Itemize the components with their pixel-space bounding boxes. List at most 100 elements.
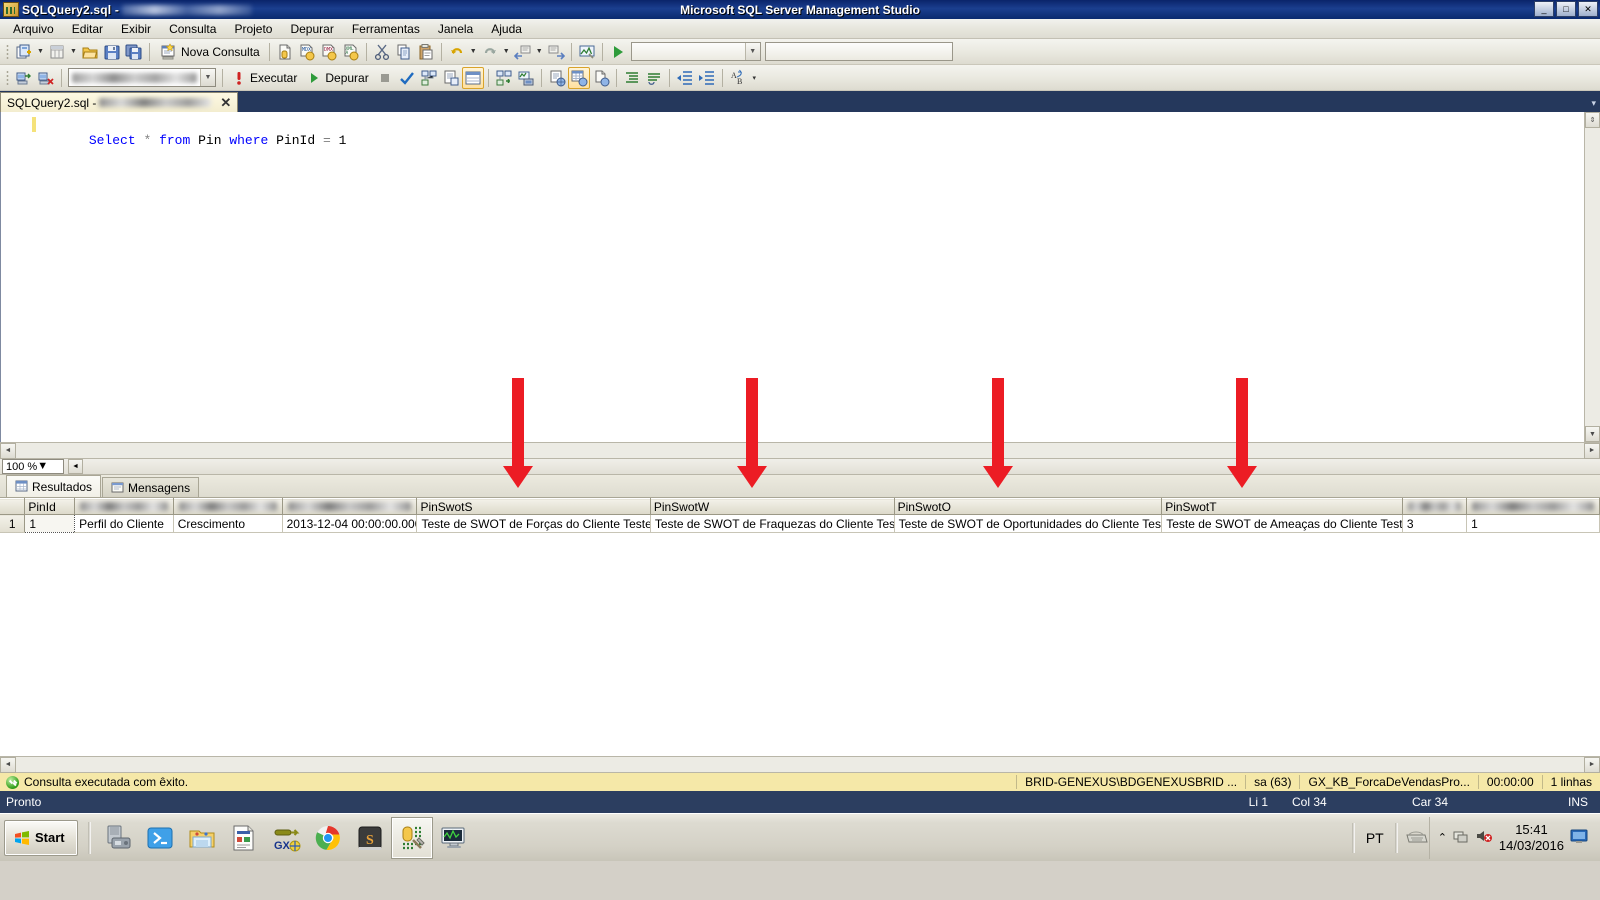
grid-header-col10[interactable]	[1466, 498, 1600, 515]
grid-hscroll-right-icon[interactable]: ►	[1584, 756, 1600, 773]
window-titlebar[interactable]: SQLQuery2.sql - Microsoft SQL Server Man…	[0, 0, 1600, 19]
save-button[interactable]	[101, 41, 123, 63]
redo-button[interactable]	[479, 41, 501, 63]
standard-toolbar[interactable]: ▼ ▼ Nova Consulta MDX DMX XML A ▼ ▼ ▼ ▼	[0, 39, 1600, 65]
menu-item-depurar[interactable]: Depurar	[281, 20, 342, 38]
grid-cell-col3[interactable]: Crescimento	[173, 514, 283, 533]
copy-button[interactable]	[393, 41, 415, 63]
editor-hscroll-left-icon[interactable]: ◄	[0, 442, 16, 459]
grid-hscroll-left-icon[interactable]: ◄	[0, 756, 16, 773]
grid-cell-pinswott[interactable]: Teste de SWOT de Ameaças do Cliente Test…	[1161, 514, 1403, 533]
grid-header-col3[interactable]	[173, 498, 283, 515]
specify-values-for-template-parameters-button[interactable]: A B	[727, 67, 749, 89]
zoom-bar-left-arrow-icon[interactable]: ◄	[68, 459, 83, 474]
redo-dropdown-icon[interactable]: ▼	[501, 42, 512, 62]
maximize-button[interactable]: □	[1556, 1, 1576, 17]
new-mdx-query-button[interactable]: MDX	[296, 41, 318, 63]
grid-cell-col10[interactable]: 1	[1466, 514, 1600, 533]
results-grid-wrapper[interactable]: PinId PinSwotS PinSwotW PinSwotO PinSwot…	[0, 498, 1600, 756]
execute-button[interactable]: Executar	[227, 67, 302, 89]
grid-row-number[interactable]: 1	[0, 514, 26, 533]
taskbar-app-file-explorer[interactable]	[181, 817, 223, 859]
editor-vertical-scrollbar[interactable]: ⇕ ▼	[1584, 112, 1600, 442]
undo-dropdown-icon[interactable]: ▼	[468, 42, 479, 62]
menu-item-consulta[interactable]: Consulta	[160, 20, 225, 38]
navigate-backward-dropdown-icon[interactable]: ▼	[534, 42, 545, 62]
tab-resultados[interactable]: Resultados	[6, 475, 102, 497]
taskbar-app-chrome[interactable]	[307, 817, 349, 859]
results-to-grid-toggle[interactable]	[461, 66, 484, 89]
grid-header-col9[interactable]	[1402, 498, 1468, 515]
keyboard-icon[interactable]	[1405, 827, 1429, 848]
taskbar-app-genexus[interactable]: GX	[265, 817, 307, 859]
results-to-grid-button[interactable]	[567, 66, 590, 89]
disconnect-button[interactable]	[35, 67, 57, 89]
parse-button[interactable]	[396, 67, 418, 89]
tab-strip-dropdown-icon[interactable]: ▾	[1591, 98, 1596, 109]
results-grid[interactable]: PinId PinSwotS PinSwotW PinSwotO PinSwot…	[0, 498, 1600, 533]
save-all-button[interactable]	[123, 41, 145, 63]
menu-item-editar[interactable]: Editar	[63, 20, 112, 38]
windows-taskbar[interactable]: Start GX S PT ⌃ 15:41 14/03/2016	[0, 813, 1600, 861]
tray-clock[interactable]: 15:41 14/03/2016	[1499, 822, 1564, 854]
start-button[interactable]: Start	[4, 819, 78, 856]
taskbar-app-sql-server-management-studio[interactable]	[391, 816, 433, 859]
grid-cell-pinswots[interactable]: Teste de SWOT de Forças do Cliente Teste…	[416, 514, 651, 533]
editor-scroll-track[interactable]	[1585, 128, 1600, 426]
taskbar-app-document[interactable]	[223, 817, 265, 859]
tray-notification-area[interactable]: ⌃ 15:41 14/03/2016	[1428, 816, 1596, 859]
new-item-dropdown-icon[interactable]: ▼	[68, 42, 79, 62]
new-query-button[interactable]: Nova Consulta	[154, 41, 265, 63]
run-button[interactable]	[607, 41, 629, 63]
new-project-dropdown-icon[interactable]: ▼	[35, 42, 46, 62]
display-estimated-execution-plan-button[interactable]	[418, 67, 440, 89]
paste-button[interactable]	[415, 41, 437, 63]
toolbar-grip[interactable]	[4, 42, 11, 61]
navigate-backward-button[interactable]	[512, 41, 534, 63]
document-tab-sqlquery2[interactable]: SQLQuery2.sql - ✕	[0, 92, 239, 112]
editor-scroll-down-icon[interactable]: ▼	[1585, 426, 1600, 442]
grid-cell-pinid[interactable]: 1	[24, 514, 76, 533]
grid-cell-pinswotw[interactable]: Teste de SWOT de Fraquezas do Cliente Te…	[650, 514, 895, 533]
taskbar-app-powershell[interactable]	[139, 817, 181, 859]
grid-horizontal-scrollbar[interactable]: ◄ ►	[0, 756, 1600, 773]
cut-button[interactable]	[371, 41, 393, 63]
database-combo-dropdown-icon[interactable]: ▼	[200, 69, 215, 86]
editor-hscroll-track[interactable]	[16, 443, 1584, 458]
grid-cell-col4[interactable]: 2013-12-04 00:00:00.000	[282, 514, 418, 533]
combo-1-dropdown-icon[interactable]: ▼	[744, 43, 760, 60]
results-to-text-button[interactable]	[546, 67, 568, 89]
system-tray[interactable]: PT ⌃ 15:41 14/03/2016	[1345, 816, 1596, 859]
document-tab-close-icon[interactable]: ✕	[214, 95, 233, 111]
taskbar-app-sublime-text[interactable]: S	[349, 817, 391, 859]
editor-code-line-1[interactable]: Select * from Pin where PinId = 1	[32, 117, 1584, 165]
volume-muted-icon[interactable]	[1475, 828, 1493, 847]
table-row[interactable]: 1 1 Perfil do Cliente Crescimento 2013-1…	[0, 514, 1600, 533]
tab-mensagens[interactable]: Mensagens	[102, 477, 200, 497]
new-dmx-query-button[interactable]: DMX	[318, 41, 340, 63]
menu-item-janela[interactable]: Janela	[429, 20, 482, 38]
undo-button[interactable]	[446, 41, 468, 63]
toolbar-combo-2[interactable]	[764, 42, 953, 61]
grid-select-all-corner[interactable]	[0, 498, 26, 515]
document-tab-strip[interactable]: SQLQuery2.sql - ✕ ▾	[0, 91, 1600, 112]
connect-button[interactable]	[13, 67, 35, 89]
close-button[interactable]: ✕	[1578, 1, 1598, 17]
zoom-level-dropdown-icon[interactable]: ▼	[37, 460, 50, 473]
taskbar-app-server-manager[interactable]	[97, 817, 139, 859]
new-xmla-query-button[interactable]: XML A	[340, 41, 362, 63]
menu-item-projeto[interactable]: Projeto	[225, 20, 281, 38]
uncomment-button[interactable]	[643, 67, 665, 89]
grid-cell-pinswoto[interactable]: Teste de SWOT de Oportunidades do Client…	[894, 514, 1163, 533]
activity-monitor-button[interactable]	[576, 41, 598, 63]
editor-scroll-split-icon[interactable]: ⇕	[1585, 112, 1600, 128]
query-options-button[interactable]	[440, 67, 462, 89]
show-desktop-icon[interactable]	[1570, 828, 1588, 847]
include-actual-execution-plan-button[interactable]	[493, 67, 515, 89]
grid-header-col2[interactable]	[74, 498, 174, 515]
include-client-statistics-button[interactable]	[515, 67, 537, 89]
window-controls[interactable]: _ □ ✕	[1534, 1, 1598, 17]
grid-header-pinswotw[interactable]: PinSwotW	[650, 498, 895, 515]
debug-button[interactable]: Depurar	[302, 67, 373, 89]
grid-hscroll-track[interactable]	[16, 757, 1584, 772]
